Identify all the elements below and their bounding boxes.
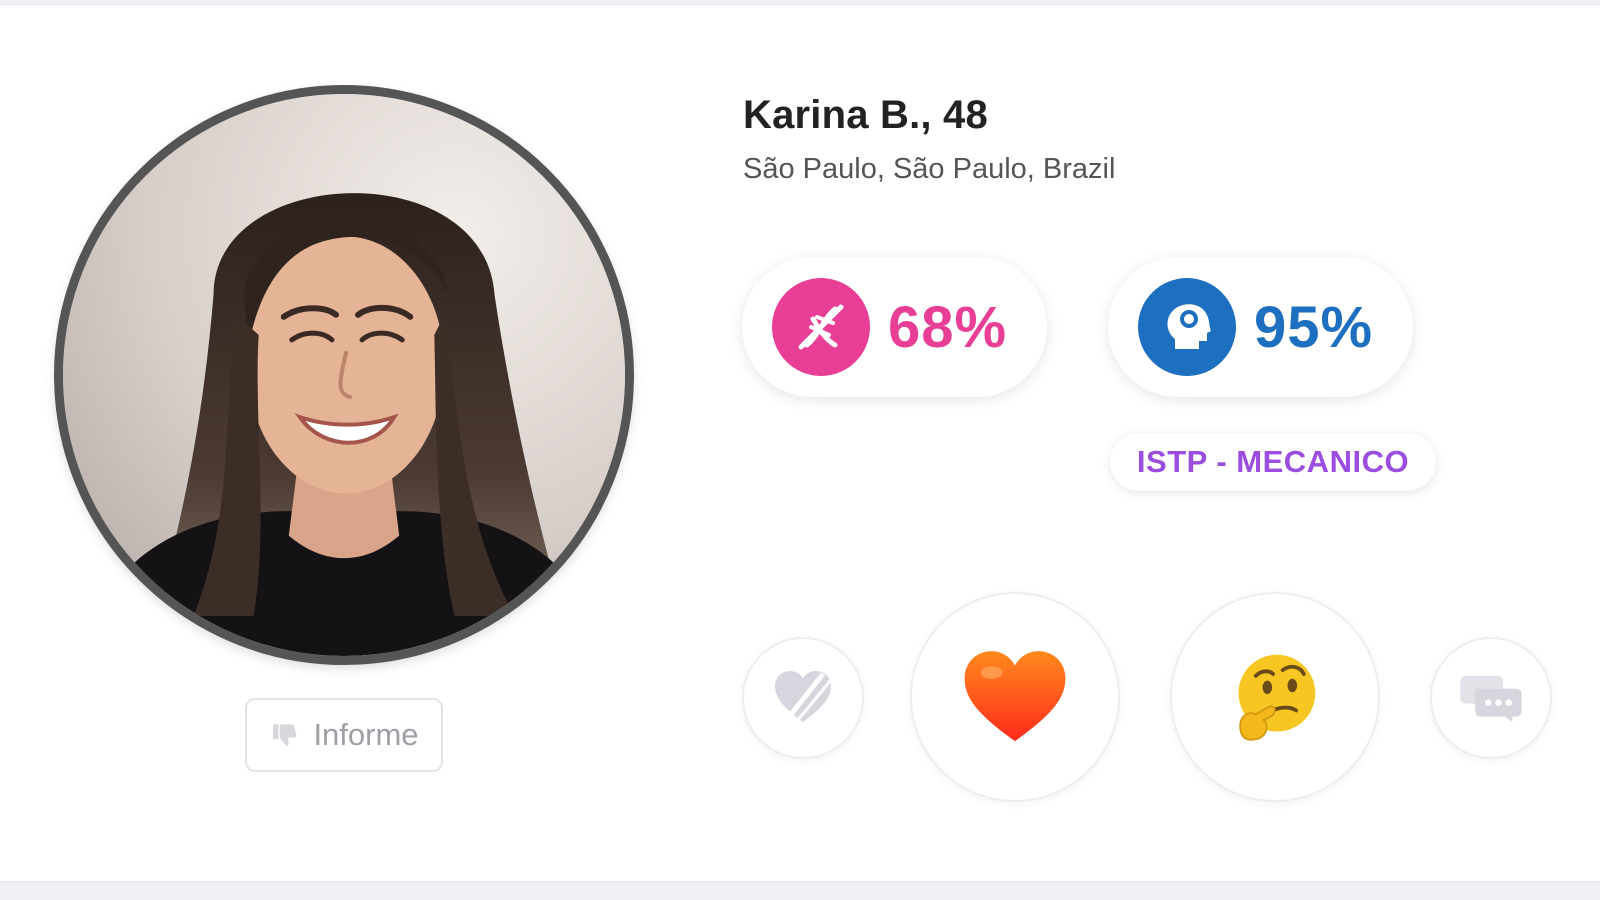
personality-score-value: 95% bbox=[1254, 294, 1374, 360]
thinking-face-icon bbox=[1238, 654, 1316, 741]
personality-score[interactable]: 95% bbox=[1108, 257, 1413, 397]
pass-button[interactable] bbox=[742, 637, 864, 759]
head-mind-icon bbox=[1138, 278, 1236, 376]
profile-card: Informe Karina B., 48 São Paulo, São Pau… bbox=[0, 4, 1600, 882]
like-button[interactable] bbox=[910, 592, 1120, 802]
chat-button[interactable] bbox=[1430, 637, 1552, 759]
chemistry-score-value: 68% bbox=[888, 294, 1008, 360]
personality-type-badge[interactable]: ISTP - MECANICO bbox=[1110, 433, 1436, 491]
thumbs-down-icon bbox=[273, 724, 297, 746]
chat-bubbles-icon bbox=[1460, 675, 1522, 723]
profile-photo[interactable] bbox=[54, 85, 634, 665]
dna-icon bbox=[772, 278, 870, 376]
maybe-button[interactable] bbox=[1170, 592, 1380, 802]
person-photo-illustration bbox=[63, 94, 625, 656]
profile-location: São Paulo, São Paulo, Brazil bbox=[743, 153, 1116, 185]
broken-heart-icon bbox=[775, 671, 833, 727]
heart-icon bbox=[964, 651, 1066, 742]
profile-name-age: Karina B., 48 bbox=[743, 93, 988, 137]
chemistry-score[interactable]: 68% bbox=[742, 257, 1047, 397]
report-label: Informe bbox=[313, 717, 419, 752]
report-button[interactable]: Informe bbox=[245, 698, 443, 772]
